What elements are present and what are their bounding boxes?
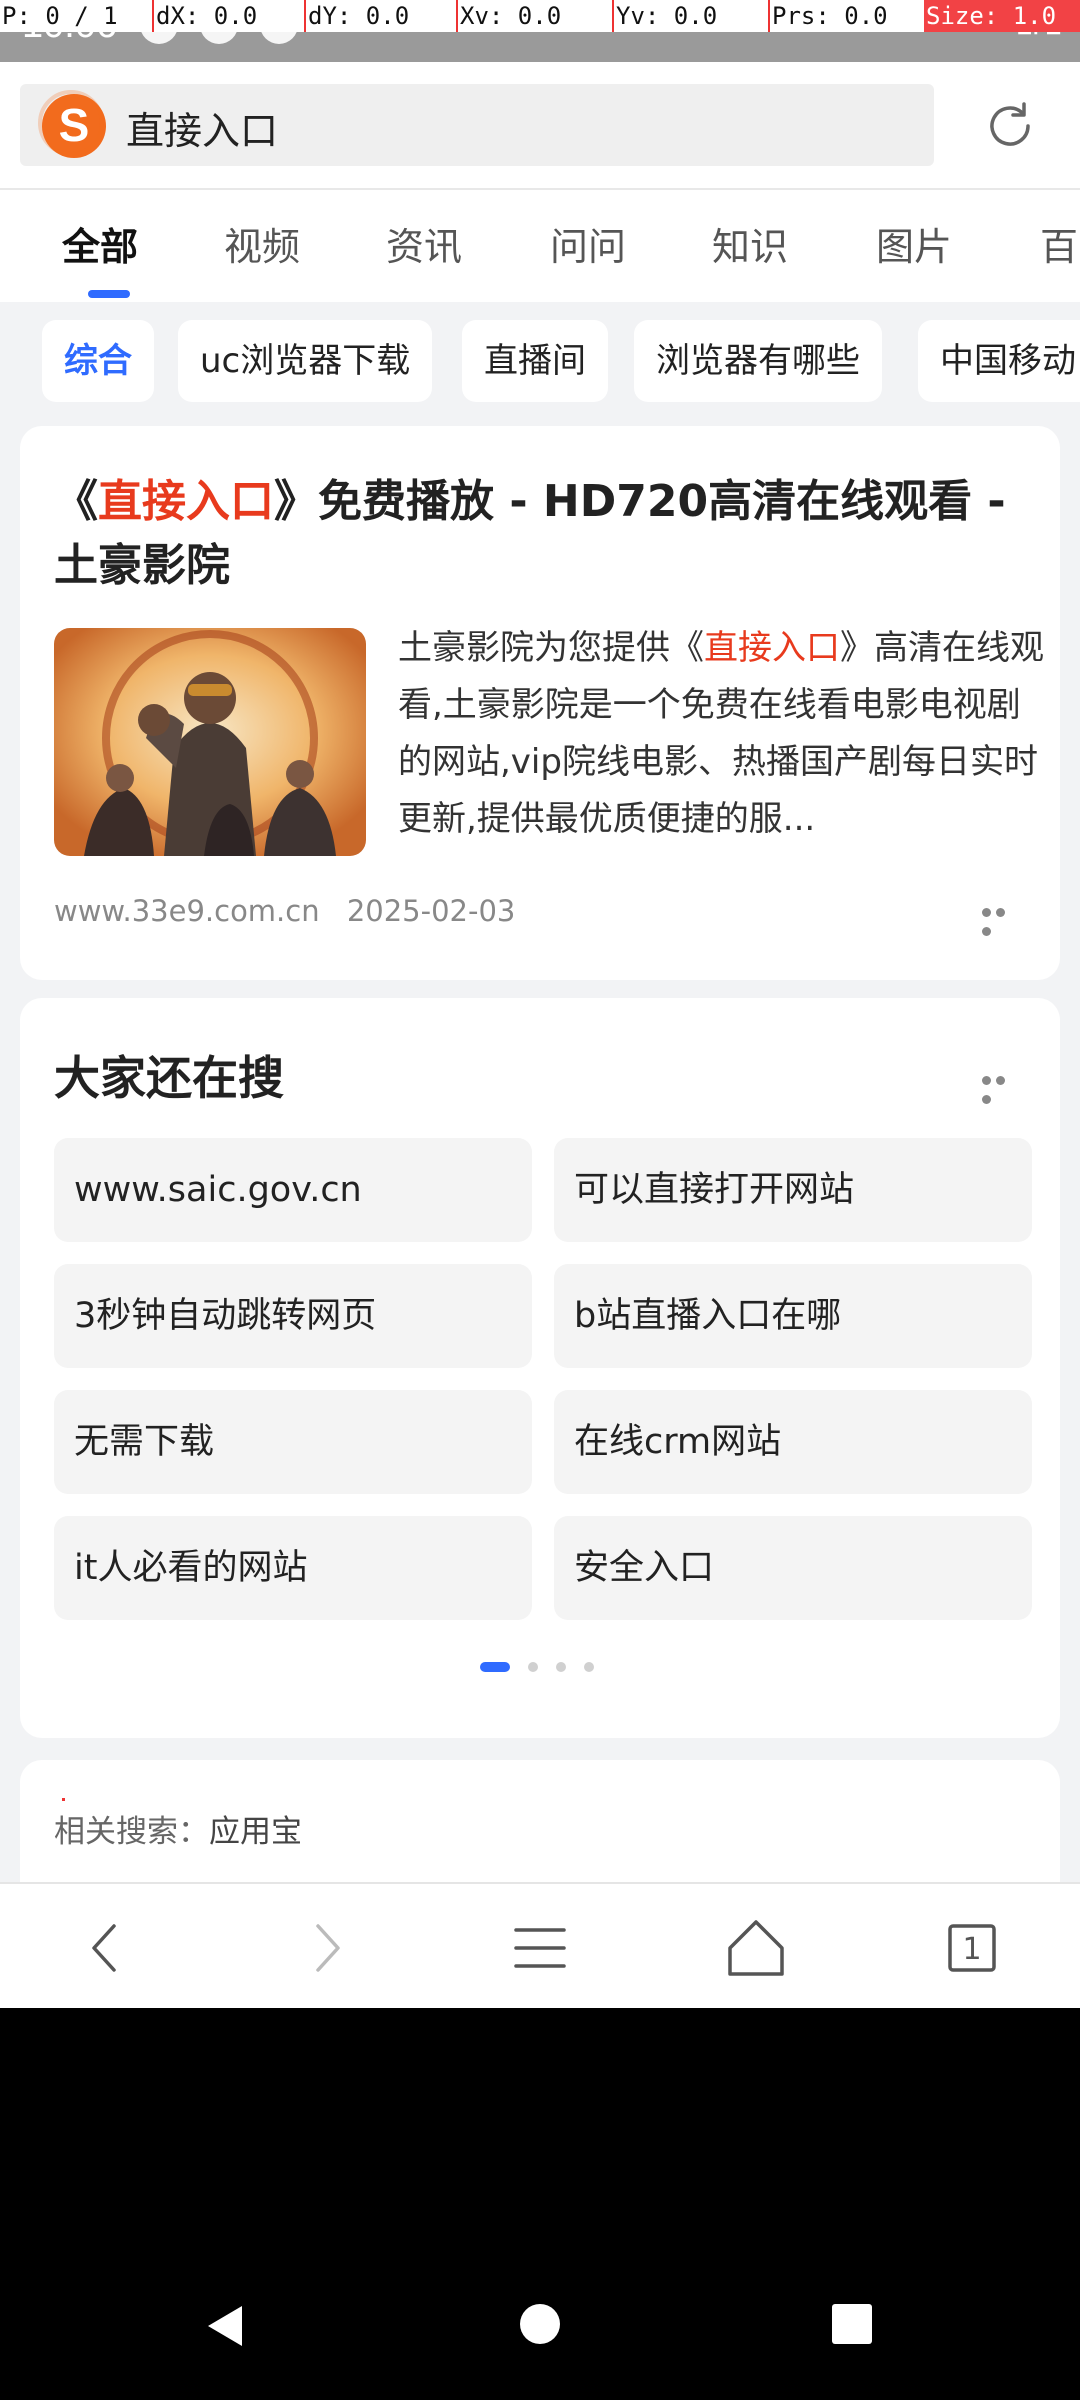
suggestion-item[interactable]: www.saic.gov.cn xyxy=(54,1138,532,1242)
result-date: 2025-02-03 xyxy=(346,894,516,928)
result-title[interactable]: 《直接入口》免费播放 - HD720高清在线观看 - 土豪影院 xyxy=(54,470,1044,598)
related-searches[interactable]: 相关搜索：应用宝 xyxy=(54,1806,302,1851)
tab-all[interactable]: 全部 xyxy=(62,216,138,271)
title-highlight: 直接入口 xyxy=(98,476,274,527)
search-input[interactable]: S 直接入口 xyxy=(20,84,934,166)
suggestion-item[interactable]: 可以直接打开网站 xyxy=(554,1138,1032,1242)
refresh-icon xyxy=(990,102,1030,146)
more-dots-icon xyxy=(982,1076,991,1085)
chip-china-mobile[interactable]: 中国移动 xyxy=(918,320,1080,402)
debug-dy: dY: 0.0 xyxy=(304,0,458,32)
tab-count: 1 xyxy=(962,1932,981,1967)
movie-poster-image xyxy=(54,628,366,856)
filter-chips: 综合 uc浏览器下载 直播间 浏览器有哪些 中国移动 xyxy=(0,302,1080,420)
page-indicator xyxy=(480,1662,594,1672)
chevron-right-icon xyxy=(316,1924,340,1972)
also-searched-card: 大家还在搜 www.saic.gov.cn 可以直接打开网站 3秒钟自动跳转网页… xyxy=(20,998,1060,1738)
desc-highlight: 直接入口 xyxy=(704,628,840,668)
menu-button[interactable] xyxy=(504,1912,576,1984)
more-dots-icon xyxy=(982,908,991,917)
search-query[interactable]: 直接入口 xyxy=(126,100,278,155)
page-dot xyxy=(556,1662,566,1672)
tabs-icon: 1 xyxy=(948,1924,996,1972)
result-description: 土豪影院为您提供《直接入口》高清在线观看,土豪影院是一个免费在线看电影电视剧的网… xyxy=(398,628,1044,839)
also-searched-more-button[interactable] xyxy=(982,1070,1022,1104)
related-label: 相关搜索： xyxy=(54,1814,209,1850)
suggestion-item[interactable]: 安全入口 xyxy=(554,1516,1032,1620)
search-result-card[interactable]: 《直接入口》免费播放 - HD720高清在线观看 - 土豪影院 土豪影院为您提供… xyxy=(20,426,1060,980)
menu-icon xyxy=(514,1928,566,1968)
circle-home-icon xyxy=(520,2304,560,2344)
suggestion-item[interactable]: b站直播入口在哪 xyxy=(554,1264,1032,1368)
system-navigation-bar xyxy=(0,2008,1080,2400)
page-dot xyxy=(584,1662,594,1672)
debug-xv: Xv: 0.0 xyxy=(456,0,610,32)
result-site: www.33e9.com.cn xyxy=(54,894,320,928)
system-recents-button[interactable] xyxy=(830,2302,874,2350)
chip-uc-download[interactable]: uc浏览器下载 xyxy=(178,320,433,402)
tab-baike[interactable]: 百 xyxy=(1040,216,1078,271)
related-searches-card: 相关搜索：应用宝 xyxy=(20,1760,1060,1900)
chevron-left-icon xyxy=(92,1924,116,1972)
debug-yv: Yv: 0.0 xyxy=(612,0,766,32)
also-searched-title: 大家还在搜 xyxy=(54,1051,284,1105)
home-icon xyxy=(728,1920,784,1976)
back-button[interactable] xyxy=(70,1912,142,1984)
debug-dx: dX: 0.0 xyxy=(152,0,306,32)
category-tabs: 全部 视频 资讯 问问 知识 图片 百 xyxy=(0,190,1080,302)
page-dot xyxy=(528,1662,538,1672)
search-header: S 直接入口 xyxy=(0,62,1080,190)
tabs-button[interactable]: 1 xyxy=(936,1912,1008,1984)
active-tab-indicator xyxy=(88,290,130,298)
browser-toolbar: 1 xyxy=(0,1882,1080,2010)
tab-images[interactable]: 图片 xyxy=(876,216,952,271)
chip-live-room[interactable]: 直播间 xyxy=(462,320,608,402)
result-meta: www.33e9.com.cn 2025-02-03 xyxy=(54,894,533,928)
chip-comprehensive[interactable]: 综合 xyxy=(42,320,154,402)
debug-pointer: P: 0 / 1 xyxy=(2,2,118,30)
result-more-button[interactable] xyxy=(982,902,1022,936)
result-thumbnail[interactable] xyxy=(54,628,366,856)
tab-knowledge[interactable]: 知识 xyxy=(712,216,788,271)
refresh-button[interactable] xyxy=(980,96,1040,156)
triangle-back-icon xyxy=(208,2306,242,2346)
sogou-logo-icon: S xyxy=(38,90,106,158)
suggestion-item[interactable]: 3秒钟自动跳转网页 xyxy=(54,1264,532,1368)
marker-dot xyxy=(62,1798,65,1801)
chip-browsers[interactable]: 浏览器有哪些 xyxy=(634,320,882,402)
suggestion-item[interactable]: 无需下载 xyxy=(54,1390,532,1494)
suggestion-item[interactable]: it人必看的网站 xyxy=(54,1516,532,1620)
related-link[interactable]: 应用宝 xyxy=(209,1814,302,1850)
debug-pressure: Prs: 0.0 xyxy=(768,0,922,32)
forward-button[interactable] xyxy=(290,1912,362,1984)
tab-news[interactable]: 资讯 xyxy=(386,216,462,271)
home-button[interactable] xyxy=(720,1912,792,1984)
tab-qa[interactable]: 问问 xyxy=(550,216,626,271)
square-recents-icon xyxy=(832,2304,872,2344)
system-back-button[interactable] xyxy=(202,2302,250,2354)
page-dot-active xyxy=(480,1662,510,1672)
pointer-debug-overlay: P: 0 / 1 dX: 0.0 dY: 0.0 Xv: 0.0 Yv: 0.0… xyxy=(0,0,1080,32)
system-home-button[interactable] xyxy=(518,2302,562,2350)
suggestion-item[interactable]: 在线crm网站 xyxy=(554,1390,1032,1494)
tab-video[interactable]: 视频 xyxy=(224,216,300,271)
debug-size: Size: 1.0 xyxy=(924,0,1080,32)
